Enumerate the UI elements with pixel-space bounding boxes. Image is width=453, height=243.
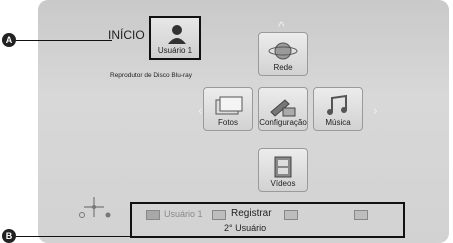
music-note-icon [327,94,347,115]
menu-tile-configuracao[interactable]: Configuração [258,87,308,131]
globe-network-icon [268,42,298,60]
film-strip-icon [274,156,292,178]
green-button-icon [212,210,226,220]
nav-arrow-right-icon: › [373,102,378,118]
home-label: INÍCIO [108,28,145,42]
settings-tools-icon [270,99,296,117]
callout-a: A [2,33,16,47]
nav-arrow-left-icon: ‹ [198,102,203,118]
menu-tile-label: Vídeos [270,179,296,188]
red-button-label[interactable]: Usuário 1 [164,209,203,219]
user-profile-button[interactable]: Usuário 1 [149,16,201,60]
menu-tile-label: Música [325,118,351,127]
photos-icon [215,96,243,115]
second-user-label: 2° Usuário [224,223,267,233]
callout-b: B [2,229,16,243]
register-label[interactable]: Registrar [231,208,272,219]
tv-screen: INÍCIO Usuário 1 Reprodutor de Disco Blu… [38,0,449,243]
callout-b-line [16,236,130,237]
menu-tile-label: Fotos [217,118,238,127]
menu-tile-musica[interactable]: Música [313,87,363,131]
red-button-icon [146,210,160,220]
user-profile-label: Usuário 1 [157,46,193,55]
menu-tile-label: Configuração [259,118,307,127]
blue-button-icon [354,210,368,220]
menu-tile-label: Rede [273,63,293,72]
menu-tile-videos[interactable]: Vídeos [258,148,308,192]
color-button-bar: Usuário 1 Registrar 2° Usuário [130,202,405,238]
menu-tile-rede[interactable]: Rede [258,32,308,76]
callout-a-line [16,40,112,41]
nav-arrow-up-icon: ^ [278,18,285,34]
menu-tile-fotos[interactable]: Fotos [203,87,253,131]
yellow-button-icon [284,210,298,220]
player-label: Reprodutor de Disco Blu-ray [110,72,193,79]
dpad-icon [79,197,111,218]
